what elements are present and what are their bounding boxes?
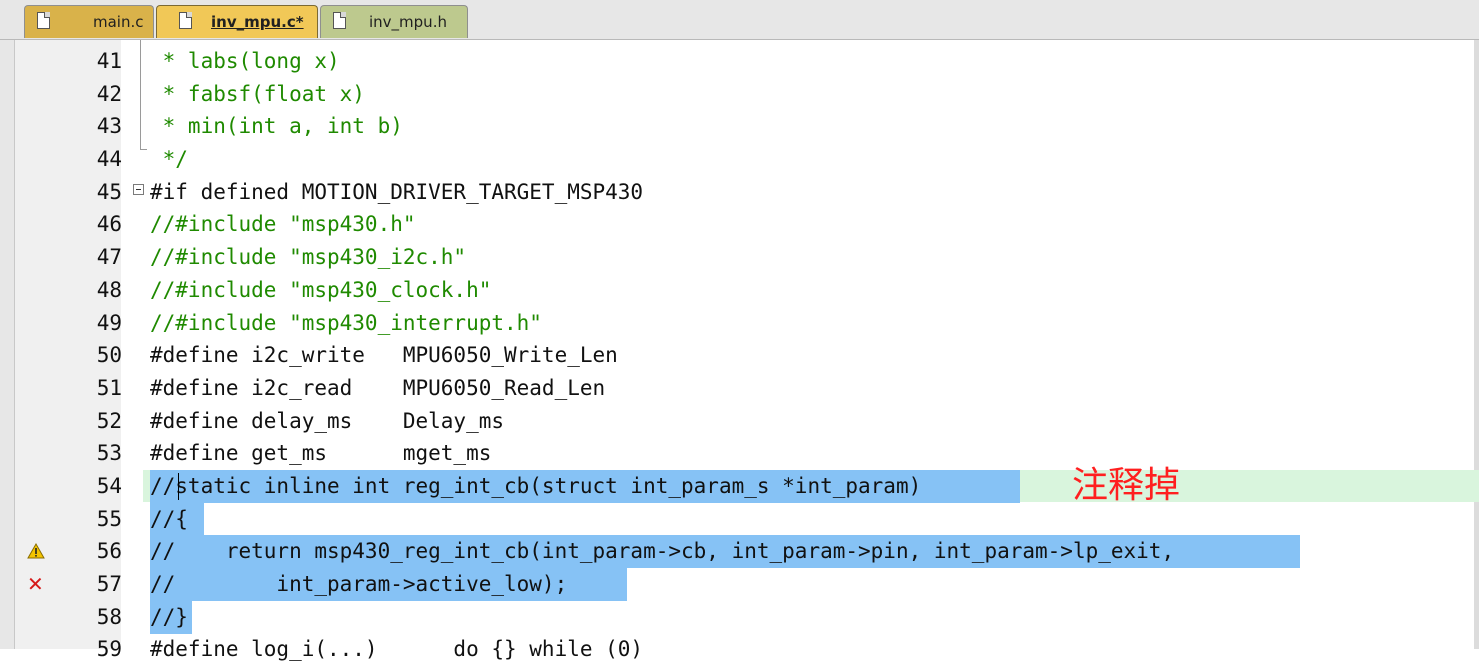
line-number: 51 bbox=[96, 375, 122, 400]
code-line[interactable]: 43 * min(int a, int b) bbox=[0, 110, 1479, 143]
line-number: 46 bbox=[96, 212, 122, 237]
code-text: //static inline int reg_int_cb(struct in… bbox=[150, 473, 922, 498]
line-number: 47 bbox=[96, 245, 122, 270]
tab-bar: main.c inv_mpu.c* inv_mpu.h bbox=[0, 0, 1479, 40]
code-line[interactable]: 47 //#include "msp430_i2c.h" bbox=[0, 241, 1479, 274]
code-line[interactable]: 50 #define i2c_write MPU6050_Write_Len bbox=[0, 339, 1479, 372]
line-number: 55 bbox=[96, 506, 122, 531]
code-text: #define log_i(...) do {} while (0) bbox=[150, 637, 644, 662]
file-icon bbox=[179, 12, 192, 29]
line-number: 50 bbox=[96, 343, 122, 368]
tab-inv-mpu-c[interactable]: inv_mpu.c* bbox=[156, 5, 318, 38]
code-text: //#include "msp430_clock.h" bbox=[150, 277, 492, 302]
code-line[interactable]: 51 #define i2c_read MPU6050_Read_Len bbox=[0, 372, 1479, 405]
file-icon bbox=[37, 12, 50, 29]
code-text: * fabsf(float x) bbox=[150, 81, 365, 106]
code-text: #define i2c_write MPU6050_Write_Len bbox=[150, 343, 618, 368]
code-text: */ bbox=[150, 147, 188, 172]
code-line[interactable]: 41 * labs(long x) bbox=[0, 45, 1479, 78]
code-line[interactable]: 58 //} bbox=[0, 600, 1479, 634]
code-line[interactable]: 53 #define get_ms mget_ms bbox=[0, 437, 1479, 470]
code-text: * min(int a, int b) bbox=[150, 114, 403, 139]
code-line[interactable]: 46 //#include "msp430.h" bbox=[0, 208, 1479, 241]
code-line[interactable]: 44 */ bbox=[0, 143, 1479, 176]
code-line[interactable]: 56 // return msp430_reg_int_cb(int_param… bbox=[0, 535, 1479, 569]
code-editor[interactable]: 41 * labs(long x) 42 * fabsf(float x) 43… bbox=[0, 45, 1479, 666]
tab-label: inv_mpu.h bbox=[369, 13, 447, 31]
line-number: 45 bbox=[96, 179, 122, 204]
line-number: 49 bbox=[96, 310, 122, 335]
tab-inv-mpu-h[interactable]: inv_mpu.h bbox=[320, 5, 468, 38]
code-text: // int_param->active_low); bbox=[150, 572, 568, 596]
line-number: 58 bbox=[96, 604, 122, 629]
line-number: 53 bbox=[96, 441, 122, 466]
line-number: 56 bbox=[96, 539, 122, 564]
code-line[interactable]: 48 //#include "msp430_clock.h" bbox=[0, 274, 1479, 307]
annotation-text: 注释掉 bbox=[1072, 465, 1181, 506]
code-text: // return msp430_reg_int_cb(int_param->c… bbox=[150, 539, 1175, 564]
code-line[interactable]: 49 //#include "msp430_interrupt.h" bbox=[0, 307, 1479, 340]
code-text: //#include "msp430_i2c.h" bbox=[150, 245, 467, 270]
code-line-current[interactable]: 54 //static inline int reg_int_cb(struct… bbox=[0, 469, 1479, 503]
tab-label: main.c bbox=[93, 13, 144, 31]
file-icon bbox=[333, 12, 346, 29]
code-text: //#include "msp430.h" bbox=[150, 212, 416, 237]
code-text: #if defined MOTION_DRIVER_TARGET_MSP430 bbox=[150, 179, 644, 204]
line-number: 44 bbox=[96, 147, 122, 172]
code-text: //{ bbox=[150, 506, 188, 531]
code-line[interactable]: 45 #if defined MOTION_DRIVER_TARGET_MSP4… bbox=[0, 176, 1479, 209]
line-number: 57 bbox=[96, 572, 122, 596]
line-number: 48 bbox=[96, 277, 122, 302]
line-number: 52 bbox=[96, 408, 122, 433]
tab-label: inv_mpu.c* bbox=[211, 13, 304, 31]
code-text: //#include "msp430_interrupt.h" bbox=[150, 310, 542, 335]
code-text: * labs(long x) bbox=[150, 49, 340, 73]
code-line[interactable]: 55 //{ bbox=[0, 502, 1479, 536]
code-text: #define delay_ms Delay_ms bbox=[150, 408, 505, 433]
line-number: 59 bbox=[96, 637, 122, 662]
line-number: 54 bbox=[96, 473, 122, 498]
code-line[interactable]: 42 * fabsf(float x) bbox=[0, 78, 1479, 111]
line-number: 43 bbox=[96, 114, 122, 139]
code-text: #define get_ms mget_ms bbox=[150, 441, 492, 466]
code-line[interactable]: 52 #define delay_ms Delay_ms bbox=[0, 405, 1479, 438]
line-number: 42 bbox=[96, 81, 122, 106]
code-line[interactable]: ✕ 57 // int_param->active_low); bbox=[0, 568, 1479, 601]
line-number: 41 bbox=[96, 49, 122, 73]
code-text: #define i2c_read MPU6050_Read_Len bbox=[150, 375, 606, 400]
code-text: //} bbox=[150, 604, 188, 629]
code-line[interactable]: 59 #define log_i(...) do {} while (0) bbox=[0, 633, 1479, 666]
text-caret bbox=[178, 472, 179, 500]
tab-main-c[interactable]: main.c bbox=[24, 5, 154, 38]
